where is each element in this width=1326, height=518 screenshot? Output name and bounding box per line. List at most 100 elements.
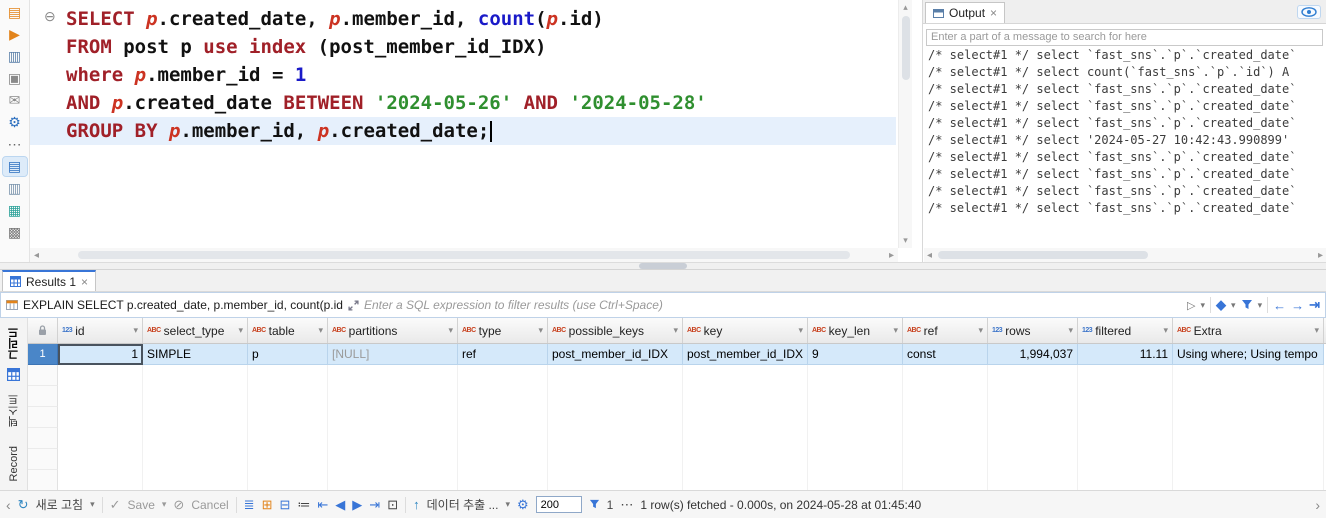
- column-header-type[interactable]: ABC type ▾: [458, 318, 548, 343]
- cell-possible_keys[interactable]: post_member_id_IDX: [548, 344, 683, 365]
- scroll-right-icon[interactable]: ▸: [889, 250, 894, 261]
- tab-text-view[interactable]: 텍스트: [6, 389, 22, 432]
- splitter-handle[interactable]: [639, 263, 687, 269]
- more-actions-icon[interactable]: ⋯: [3, 135, 27, 154]
- editor-results-splitter[interactable]: [0, 262, 1326, 270]
- more-options-icon[interactable]: ⋯: [620, 497, 633, 513]
- column-header-Extra[interactable]: ABC Extra ▾: [1173, 318, 1324, 343]
- sql-editor[interactable]: ⊖ SELECT p.created_date, p.member_id, co…: [30, 0, 898, 248]
- scroll-left-icon[interactable]: ◂: [927, 250, 932, 261]
- code-line[interactable]: SELECT p.created_date, p.member_id, coun…: [66, 5, 896, 33]
- column-header-filtered[interactable]: 123 filtered ▾: [1078, 318, 1173, 343]
- sql-code-area[interactable]: SELECT p.created_date, p.member_id, coun…: [30, 5, 896, 145]
- history-end-icon[interactable]: ⇥: [1309, 297, 1320, 313]
- cell-id[interactable]: 1: [58, 344, 143, 365]
- previous-row-icon[interactable]: ◀: [335, 497, 345, 513]
- code-line[interactable]: where p.member_id = 1: [66, 61, 896, 89]
- fetch-size-input[interactable]: [535, 496, 582, 513]
- column-header-possible_keys[interactable]: ABC possible_keys ▾: [548, 318, 683, 343]
- execute-statement-icon[interactable]: ▶: [3, 25, 27, 44]
- output-search-input[interactable]: [926, 28, 1323, 46]
- close-tab-icon[interactable]: ×: [990, 6, 997, 20]
- results-grid[interactable]: 123 id ▾ ABC select_type ▾ ABC table ▾ ABC partiti…: [28, 318, 1326, 490]
- column-menu-icon[interactable]: ▾: [798, 325, 803, 336]
- sql-script-icon[interactable]: ▥: [3, 47, 27, 66]
- cell-Extra[interactable]: Using where; Using tempo: [1173, 344, 1324, 365]
- panel-layout-icon[interactable]: ▣: [3, 69, 27, 88]
- column-header-key_len[interactable]: ABC key_len ▾: [808, 318, 903, 343]
- sql-file-icon[interactable]: ▤: [1, 156, 28, 177]
- last-row-icon[interactable]: ⇥: [369, 497, 380, 513]
- grid-view-icon[interactable]: [7, 368, 20, 386]
- cell-key[interactable]: post_member_id_IDX: [683, 344, 808, 365]
- scroll-thumb[interactable]: [938, 251, 1148, 259]
- code-fold-icon[interactable]: ⊖: [44, 8, 56, 25]
- column-menu-icon[interactable]: ▾: [978, 325, 983, 336]
- tab-output[interactable]: Output ×: [925, 2, 1006, 23]
- save-button[interactable]: Save: [128, 498, 155, 512]
- column-header-partitions[interactable]: ABC partitions ▾: [328, 318, 458, 343]
- scroll-thumb[interactable]: [902, 16, 910, 80]
- column-menu-icon[interactable]: ▾: [538, 325, 543, 336]
- column-menu-icon[interactable]: ▾: [133, 325, 138, 336]
- duplicate-row-icon[interactable]: ≔: [297, 497, 310, 513]
- cell-type[interactable]: ref: [458, 344, 548, 365]
- scroll-thumb[interactable]: [78, 251, 850, 259]
- cell-rows[interactable]: 1,994,037: [988, 344, 1078, 365]
- tab-grid-view[interactable]: 그리드: [6, 322, 22, 365]
- cell-filtered[interactable]: 11.11: [1078, 344, 1173, 365]
- cell-select_type[interactable]: SIMPLE: [143, 344, 248, 365]
- grid-layout-icon[interactable]: ▩: [3, 223, 27, 242]
- column-header-rows[interactable]: 123 rows ▾: [988, 318, 1078, 343]
- cell-partitions[interactable]: [NULL]: [328, 344, 458, 365]
- commit-mail-icon[interactable]: ✉: [3, 91, 27, 110]
- refresh-icon[interactable]: ↻: [18, 497, 29, 513]
- cell-key_len[interactable]: 9: [808, 344, 903, 365]
- next-row-icon[interactable]: ▶: [352, 497, 362, 513]
- focus-cell-icon[interactable]: ⊡: [387, 497, 398, 513]
- column-header-id[interactable]: 123 id ▾: [58, 318, 143, 343]
- editor-vertical-scrollbar[interactable]: ▴ ▾: [898, 0, 912, 248]
- chart-icon[interactable]: ▦: [3, 201, 27, 220]
- column-menu-icon[interactable]: ▾: [1068, 325, 1073, 336]
- column-menu-icon[interactable]: ▾: [673, 325, 678, 336]
- column-header-key[interactable]: ABC key ▾: [683, 318, 808, 343]
- column-menu-icon[interactable]: ▾: [318, 325, 323, 336]
- show-output-toggle[interactable]: [1297, 4, 1321, 19]
- scroll-left-icon[interactable]: ◂: [34, 250, 39, 261]
- cancel-button[interactable]: Cancel: [191, 498, 228, 512]
- history-back-icon[interactable]: ←: [1273, 298, 1286, 313]
- new-sql-editor-icon[interactable]: ▤: [3, 3, 27, 22]
- edit-value-icon[interactable]: ≣: [244, 497, 255, 513]
- grid-scroll-left-icon[interactable]: ‹: [6, 497, 11, 513]
- scroll-right-icon[interactable]: ▸: [1318, 250, 1323, 261]
- clear-filter-icon[interactable]: ◆: [1216, 297, 1226, 313]
- column-menu-icon[interactable]: ▾: [1314, 325, 1319, 336]
- history-forward-icon[interactable]: →: [1291, 298, 1304, 313]
- tab-results-1[interactable]: Results 1 ×: [2, 270, 97, 291]
- filter-history-dropdown-icon[interactable]: ▾: [1201, 300, 1206, 311]
- cell-ref[interactable]: const: [903, 344, 988, 365]
- grid-corner-cell[interactable]: [28, 318, 58, 343]
- export-dropdown-icon[interactable]: ▾: [505, 499, 510, 510]
- column-header-select_type[interactable]: ABC select_type ▾: [143, 318, 248, 343]
- code-line[interactable]: AND p.created_date BETWEEN '2024-05-26' …: [66, 89, 896, 117]
- fetch-filter-icon[interactable]: [589, 499, 600, 510]
- editor-horizontal-scrollbar[interactable]: ◂ ▸: [30, 248, 898, 262]
- output-horizontal-scrollbar[interactable]: ◂ ▸: [924, 248, 1326, 262]
- cancel-icon[interactable]: ⊘: [173, 497, 184, 513]
- column-menu-icon[interactable]: ▾: [893, 325, 898, 336]
- refresh-dropdown-icon[interactable]: ▾: [90, 499, 95, 510]
- delete-row-icon[interactable]: ⊟: [279, 497, 290, 513]
- tab-record-view[interactable]: Record: [8, 441, 20, 486]
- row-number[interactable]: 1: [28, 344, 58, 365]
- export-data-button[interactable]: 데이터 추출 ...: [427, 496, 499, 513]
- expand-filter-icon[interactable]: [348, 299, 359, 311]
- column-menu-icon[interactable]: ▾: [1163, 325, 1168, 336]
- filter-settings-icon[interactable]: [1241, 299, 1253, 311]
- code-line[interactable]: FROM post p use index (post_member_id_ID…: [66, 33, 896, 61]
- grid-scroll-right-icon[interactable]: ›: [1315, 497, 1320, 513]
- column-menu-icon[interactable]: ▾: [238, 325, 243, 336]
- output-log[interactable]: /* select#1 */ select `fast_sns`.`p`.`cr…: [928, 47, 1322, 247]
- cell-table[interactable]: p: [248, 344, 328, 365]
